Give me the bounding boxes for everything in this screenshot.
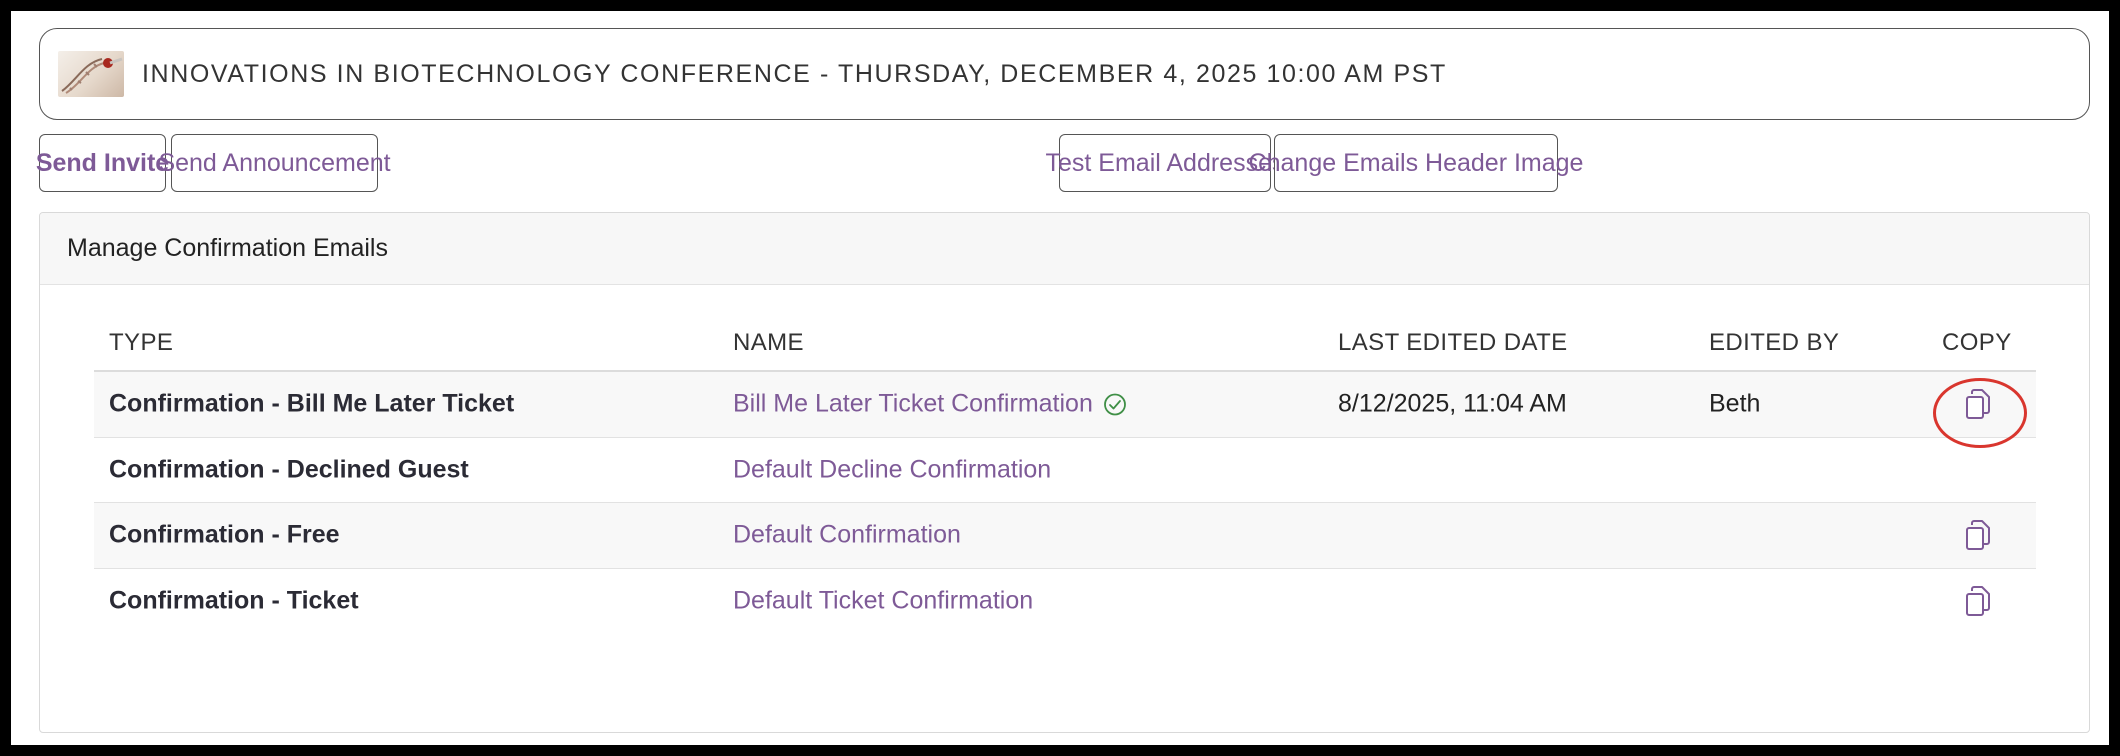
test-email-addresses-button[interactable]: Test Email Addresses bbox=[1046, 134, 1285, 192]
email-name-link[interactable]: Default Ticket Confirmation bbox=[733, 586, 1033, 615]
column-header-last-edited-date: LAST EDITED DATE bbox=[1338, 329, 1568, 356]
email-type: Confirmation - Free bbox=[109, 520, 340, 549]
table-row: Confirmation - Ticket Default Ticket Con… bbox=[94, 569, 2036, 634]
table-row: Confirmation - Free Default Confirmation bbox=[94, 503, 2036, 569]
event-thumbnail-icon bbox=[58, 51, 124, 97]
column-header-copy: COPY bbox=[1942, 329, 2012, 356]
table-row: Confirmation - Bill Me Later Ticket Bill… bbox=[94, 372, 2036, 448]
change-emails-header-image-button[interactable]: Change Emails Header Image bbox=[1249, 134, 1583, 192]
last-edited-date: 8/12/2025, 11:04 AM bbox=[1338, 389, 1567, 418]
email-type: Confirmation - Bill Me Later Ticket bbox=[109, 389, 515, 418]
panel-title: Manage Confirmation Emails bbox=[40, 213, 2089, 285]
email-type: Confirmation - Ticket bbox=[109, 586, 359, 615]
check-circle-icon bbox=[1103, 392, 1127, 416]
email-name-label: Default Decline Confirmation bbox=[733, 455, 1052, 484]
event-title: INNOVATIONS IN BIOTECHNOLOGY CONFERENCE … bbox=[142, 59, 1447, 88]
edited-by: Beth bbox=[1709, 389, 1761, 418]
send-announcement-button[interactable]: Send Announcement bbox=[158, 134, 391, 192]
column-header-edited-by: EDITED BY bbox=[1709, 329, 1840, 356]
copy-icon[interactable] bbox=[1954, 519, 2002, 551]
email-name-link[interactable]: Bill Me Later Ticket Confirmation bbox=[733, 390, 1127, 419]
table-header: TYPE NAME LAST EDITED DATE EDITED BY COP… bbox=[94, 315, 2036, 372]
event-header: INNOVATIONS IN BIOTECHNOLOGY CONFERENCE … bbox=[39, 28, 2090, 120]
email-type: Confirmation - Declined Guest bbox=[109, 455, 469, 484]
copy-icon[interactable] bbox=[1954, 585, 2002, 617]
confirmation-emails-table: TYPE NAME LAST EDITED DATE EDITED BY COP… bbox=[94, 315, 2036, 633]
email-name-label: Default Ticket Confirmation bbox=[733, 586, 1034, 615]
column-header-type: TYPE bbox=[109, 329, 174, 356]
email-name-link[interactable]: Default Confirmation bbox=[733, 521, 961, 550]
app-frame: INNOVATIONS IN BIOTECHNOLOGY CONFERENCE … bbox=[11, 11, 2109, 745]
confirmation-emails-panel: Manage Confirmation Emails TYPE NAME LAS… bbox=[39, 212, 2090, 733]
send-invite-button[interactable]: Send Invite bbox=[36, 134, 169, 192]
email-name-label: Default Confirmation bbox=[733, 520, 961, 549]
email-name-link[interactable]: Default Decline Confirmation bbox=[733, 455, 1051, 484]
column-header-name: NAME bbox=[733, 329, 804, 356]
email-name-label: Bill Me Later Ticket Confirmation bbox=[733, 389, 1093, 418]
table-row: Confirmation - Declined Guest Default De… bbox=[94, 438, 2036, 503]
